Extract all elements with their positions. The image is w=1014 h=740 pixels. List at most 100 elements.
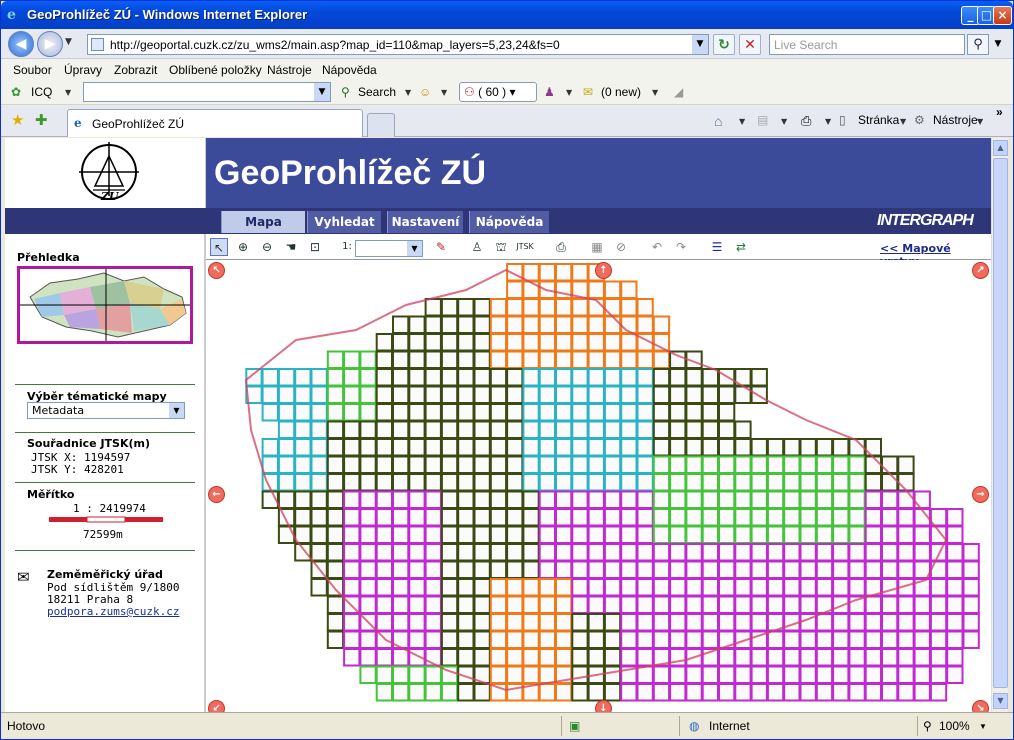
map-sheet-cell[interactable]	[766, 508, 785, 527]
map-sheet-cell[interactable]	[326, 473, 345, 492]
map-sheet-cell[interactable]	[913, 543, 931, 562]
map-sheet-cell[interactable]	[718, 455, 736, 474]
map-sheet-cell[interactable]	[783, 525, 801, 544]
map-sheet-cell[interactable]	[375, 578, 393, 597]
map-sheet-cell[interactable]	[587, 438, 605, 457]
map-sheet-cell[interactable]	[685, 665, 703, 684]
map-sheet-cell[interactable]	[848, 613, 866, 632]
map-sheet-cell[interactable]	[359, 350, 377, 369]
map-sheet-cell[interactable]	[685, 420, 703, 439]
map-sheet-cell[interactable]	[359, 525, 377, 544]
map-sheet-cell[interactable]	[734, 508, 752, 527]
map-sheet-cell[interactable]	[929, 578, 948, 597]
map-sheet-cell[interactable]	[718, 665, 736, 684]
menu-edit[interactable]: Úpravy	[64, 63, 102, 77]
map-sheet-cell[interactable]	[506, 420, 524, 439]
map-sheet-cell[interactable]	[913, 613, 931, 632]
map-sheet-cell[interactable]	[326, 595, 345, 614]
map-sheet-cell[interactable]	[473, 508, 491, 527]
map-sheet-cell[interactable]	[522, 473, 540, 492]
map-sheet-cell[interactable]	[734, 490, 752, 509]
map-sheet-cell[interactable]	[375, 350, 393, 369]
map-sheet-cell[interactable]	[685, 490, 703, 509]
map-sheet-cell[interactable]	[701, 420, 720, 439]
map-sheet-cell[interactable]	[538, 420, 557, 439]
map-sheet-cell[interactable]	[310, 508, 328, 527]
map-sheet-cell[interactable]	[538, 525, 557, 544]
map-sheet-cell[interactable]	[571, 683, 589, 702]
map-sheet-cell[interactable]	[832, 665, 850, 684]
user-dropdown[interactable]: ▼	[566, 88, 572, 97]
map-sheet-cell[interactable]	[326, 543, 345, 562]
map-sheet-cell[interactable]	[538, 403, 557, 422]
map-sheet-cell[interactable]	[310, 543, 328, 562]
map-sheet-cell[interactable]	[603, 578, 622, 597]
map-sheet-cell[interactable]	[881, 648, 899, 667]
map-sheet-cell[interactable]	[815, 438, 834, 457]
jtsk-icon[interactable]: JTSK	[516, 238, 534, 256]
map-sheet-cell[interactable]	[489, 350, 508, 369]
favorites-star-icon[interactable]: ★	[11, 111, 24, 129]
map-sheet-cell[interactable]	[375, 543, 393, 562]
map-sheet-cell[interactable]	[962, 595, 980, 614]
map-sheet-cell[interactable]	[392, 350, 410, 369]
tab-geoprohlizec[interactable]: e GeoProhlížeč ZÚ	[67, 109, 363, 137]
map-sheet-cell[interactable]	[277, 368, 296, 387]
map-sheet-cell[interactable]	[277, 438, 296, 457]
map-sheet-cell[interactable]	[587, 350, 605, 369]
map-sheet-cell[interactable]	[848, 560, 866, 579]
map-sheet-cell[interactable]	[685, 578, 703, 597]
map-sheet-cell[interactable]	[375, 560, 393, 579]
map-sheet-cell[interactable]	[473, 350, 491, 369]
map-sheet-cell[interactable]	[603, 333, 622, 352]
map-sheet-cell[interactable]	[799, 508, 817, 527]
map-sheet-cell[interactable]	[669, 595, 687, 614]
map-sheet-cell[interactable]	[620, 490, 638, 509]
map-sheet-cell[interactable]	[897, 473, 915, 492]
map-sheet-cell[interactable]	[587, 595, 605, 614]
pan-east-button[interactable]: →	[972, 486, 989, 503]
map-sheet-cell[interactable]	[832, 630, 850, 649]
map-sheet-cell[interactable]	[587, 280, 605, 299]
history-dropdown[interactable]: ▼	[65, 37, 72, 47]
map-sheet-cell[interactable]	[359, 490, 377, 509]
map-sheet-cell[interactable]	[783, 438, 801, 457]
map-sheet-cell[interactable]	[457, 403, 475, 422]
map-sheet-cell[interactable]	[326, 350, 345, 369]
map-sheet-cell[interactable]	[652, 543, 671, 562]
map-sheet-cell[interactable]	[946, 508, 964, 527]
map-sheet-cell[interactable]	[913, 665, 931, 684]
map-sheet-cell[interactable]	[571, 630, 589, 649]
pan-southeast-button[interactable]: ↘	[972, 700, 989, 712]
map-sheet-cell[interactable]	[636, 315, 654, 334]
vertical-scrollbar[interactable]: ▲ ▼	[991, 138, 1008, 712]
map-sheet-cell[interactable]	[392, 578, 410, 597]
map-sheet-cell[interactable]	[848, 525, 866, 544]
page-menu[interactable]: Stránka	[858, 113, 899, 127]
map-sheet-cell[interactable]	[897, 665, 915, 684]
scroll-thumb[interactable]	[993, 158, 1008, 688]
map-sheet-cell[interactable]	[652, 578, 671, 597]
map-sheet-cell[interactable]	[473, 578, 491, 597]
map-sheet-cell[interactable]	[506, 630, 524, 649]
map-sheet-cell[interactable]	[359, 420, 377, 439]
map-sheet-cell[interactable]	[669, 368, 687, 387]
zoom-dropdown[interactable]: ▼	[979, 722, 987, 731]
map-sheet-cell[interactable]	[652, 368, 671, 387]
map-sheet-cell[interactable]	[587, 420, 605, 439]
smiley-icon[interactable]: ☺	[419, 85, 431, 99]
map-sheet-cell[interactable]	[571, 508, 589, 527]
map-sheet-cell[interactable]	[571, 350, 589, 369]
pan-south-button[interactable]: ↓	[595, 700, 612, 712]
map-sheet-cell[interactable]	[620, 455, 638, 474]
map-sheet-cell[interactable]	[261, 403, 279, 422]
map-sheet-cell[interactable]	[636, 368, 654, 387]
map-sheet-cell[interactable]	[587, 403, 605, 422]
map-sheet-cell[interactable]	[620, 438, 638, 457]
map-sheet-cell[interactable]	[848, 508, 866, 527]
map-sheet-cell[interactable]	[587, 630, 605, 649]
map-sheet-cell[interactable]	[440, 473, 459, 492]
map-sheet-cell[interactable]	[310, 455, 328, 474]
map-sheet-cell[interactable]	[408, 578, 426, 597]
map-sheet-cell[interactable]	[636, 613, 654, 632]
